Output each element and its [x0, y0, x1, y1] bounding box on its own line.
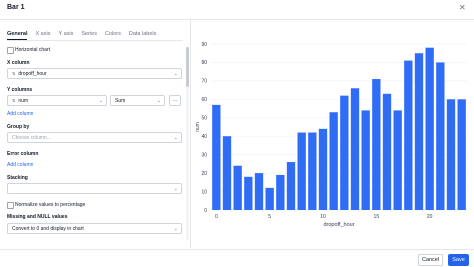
- x-tick-label: 10: [320, 214, 326, 220]
- chevron-down-icon: ⌄: [173, 186, 178, 192]
- bar: [212, 104, 221, 210]
- y-tick-label: 10: [201, 189, 207, 195]
- y-aggregation-value: Sum: [115, 97, 126, 104]
- close-icon[interactable]: ✕: [459, 3, 466, 12]
- y-tick-label: 90: [201, 42, 207, 48]
- chevron-down-icon: ⌄: [98, 98, 103, 104]
- y-tick-label: 20: [201, 171, 207, 177]
- dialog-title: Bar 1: [7, 4, 25, 11]
- x-column-value: dropoff_hour: [18, 70, 47, 77]
- bar: [425, 47, 434, 210]
- save-button[interactable]: Save: [448, 254, 469, 266]
- tab-data-labels[interactable]: Data labels: [129, 31, 157, 40]
- chevron-down-icon: ⌄: [173, 135, 178, 141]
- chevron-down-icon: ⌄: [156, 98, 161, 104]
- group-by-select[interactable]: Choose column... ⌄: [7, 132, 182, 143]
- missing-values-label: Missing and NULL values: [7, 214, 68, 220]
- horizontal-chart-checkbox[interactable]: [7, 47, 14, 54]
- tab-series[interactable]: Series: [81, 31, 97, 40]
- bar: [382, 93, 392, 210]
- bar: [414, 53, 424, 210]
- bar: [286, 162, 296, 210]
- tab-general[interactable]: General: [7, 31, 28, 40]
- group-by-placeholder: Choose column...: [12, 134, 51, 141]
- x-column-label: X column: [7, 60, 30, 66]
- error-column-label: Error column: [7, 151, 39, 157]
- bar: [457, 99, 466, 210]
- y-tick-label: 80: [201, 60, 207, 66]
- x-tick-label: 20: [427, 214, 433, 220]
- tab-bar: General X axis Y axis Series Colors Data…: [7, 31, 164, 40]
- chevron-down-icon: ⌄: [173, 226, 178, 232]
- bar: [276, 174, 285, 210]
- bar: [308, 132, 317, 210]
- x-tick-label: 5: [268, 214, 271, 220]
- column-type-icon: ⇅: [12, 98, 16, 103]
- y-column-value: num: [18, 97, 29, 104]
- x-axis-label: dropoff_hour: [323, 222, 354, 228]
- stacking-label: Stacking: [7, 175, 28, 181]
- bar: [233, 165, 242, 210]
- y-column-select[interactable]: ⇅ num ⌄: [7, 95, 107, 106]
- y-aggregation-select[interactable]: Sum ⌄: [110, 95, 165, 106]
- bar: [436, 62, 445, 210]
- bar: [361, 110, 370, 210]
- y-axis-label: num: [195, 122, 201, 132]
- y-tick-label: 40: [201, 134, 207, 140]
- y-tick-label: 30: [201, 152, 207, 158]
- tab-colors[interactable]: Colors: [105, 31, 121, 40]
- add-y-column-link[interactable]: Add column: [7, 111, 33, 117]
- bar: [350, 88, 360, 210]
- y-tick-label: 0: [204, 208, 207, 214]
- add-error-column-link[interactable]: Add column: [7, 162, 33, 168]
- bar: [340, 95, 349, 210]
- x-tick-label: 15: [374, 214, 380, 220]
- footer-divider: [0, 249, 474, 250]
- normalize-label: Normalize values to percentage: [15, 202, 86, 208]
- settings-scrollbar-thumb[interactable]: [186, 47, 189, 87]
- y-tick-label: 50: [201, 116, 207, 122]
- bar: [329, 112, 338, 210]
- chevron-down-icon: ⌄: [173, 71, 178, 77]
- column-type-icon: ⇅: [12, 71, 16, 76]
- tabs-divider: [7, 40, 183, 41]
- tab-y-axis[interactable]: Y axis: [58, 31, 73, 40]
- missing-values-value: Convert to 0 and display in chart: [12, 225, 84, 232]
- more-icon: ⋯: [172, 97, 178, 104]
- normalize-checkbox[interactable]: [7, 202, 14, 209]
- bar: [372, 79, 381, 210]
- horizontal-chart-label: Horizontal chart: [15, 47, 51, 53]
- missing-values-select[interactable]: Convert to 0 and display in chart ⌄: [7, 223, 182, 234]
- bar: [297, 132, 306, 210]
- x-tick-label: 0: [215, 214, 218, 220]
- y-tick-label: 60: [201, 97, 207, 103]
- bar: [318, 128, 328, 210]
- group-by-label: Group by: [7, 124, 30, 130]
- y-tick-label: 70: [201, 79, 207, 85]
- x-column-select[interactable]: ⇅ dropoff_hour ⌄: [7, 68, 182, 79]
- bar: [254, 173, 264, 210]
- y-column-more-button[interactable]: ⋯: [169, 95, 181, 106]
- bar: [446, 99, 456, 210]
- bar: [222, 136, 232, 210]
- tab-x-axis[interactable]: X axis: [35, 31, 50, 40]
- y-columns-label: Y columns: [7, 87, 33, 93]
- chart-preview: 0 10 20 30 40 50 60 70 80 90 0 5 10 15 20 num dropoff…: [195, 42, 467, 228]
- bar: [393, 110, 402, 210]
- cancel-button[interactable]: Cancel: [418, 254, 443, 266]
- bar: [265, 187, 274, 210]
- bar: [404, 60, 413, 210]
- stacking-select[interactable]: ⌄: [7, 183, 182, 194]
- bar: [244, 176, 253, 210]
